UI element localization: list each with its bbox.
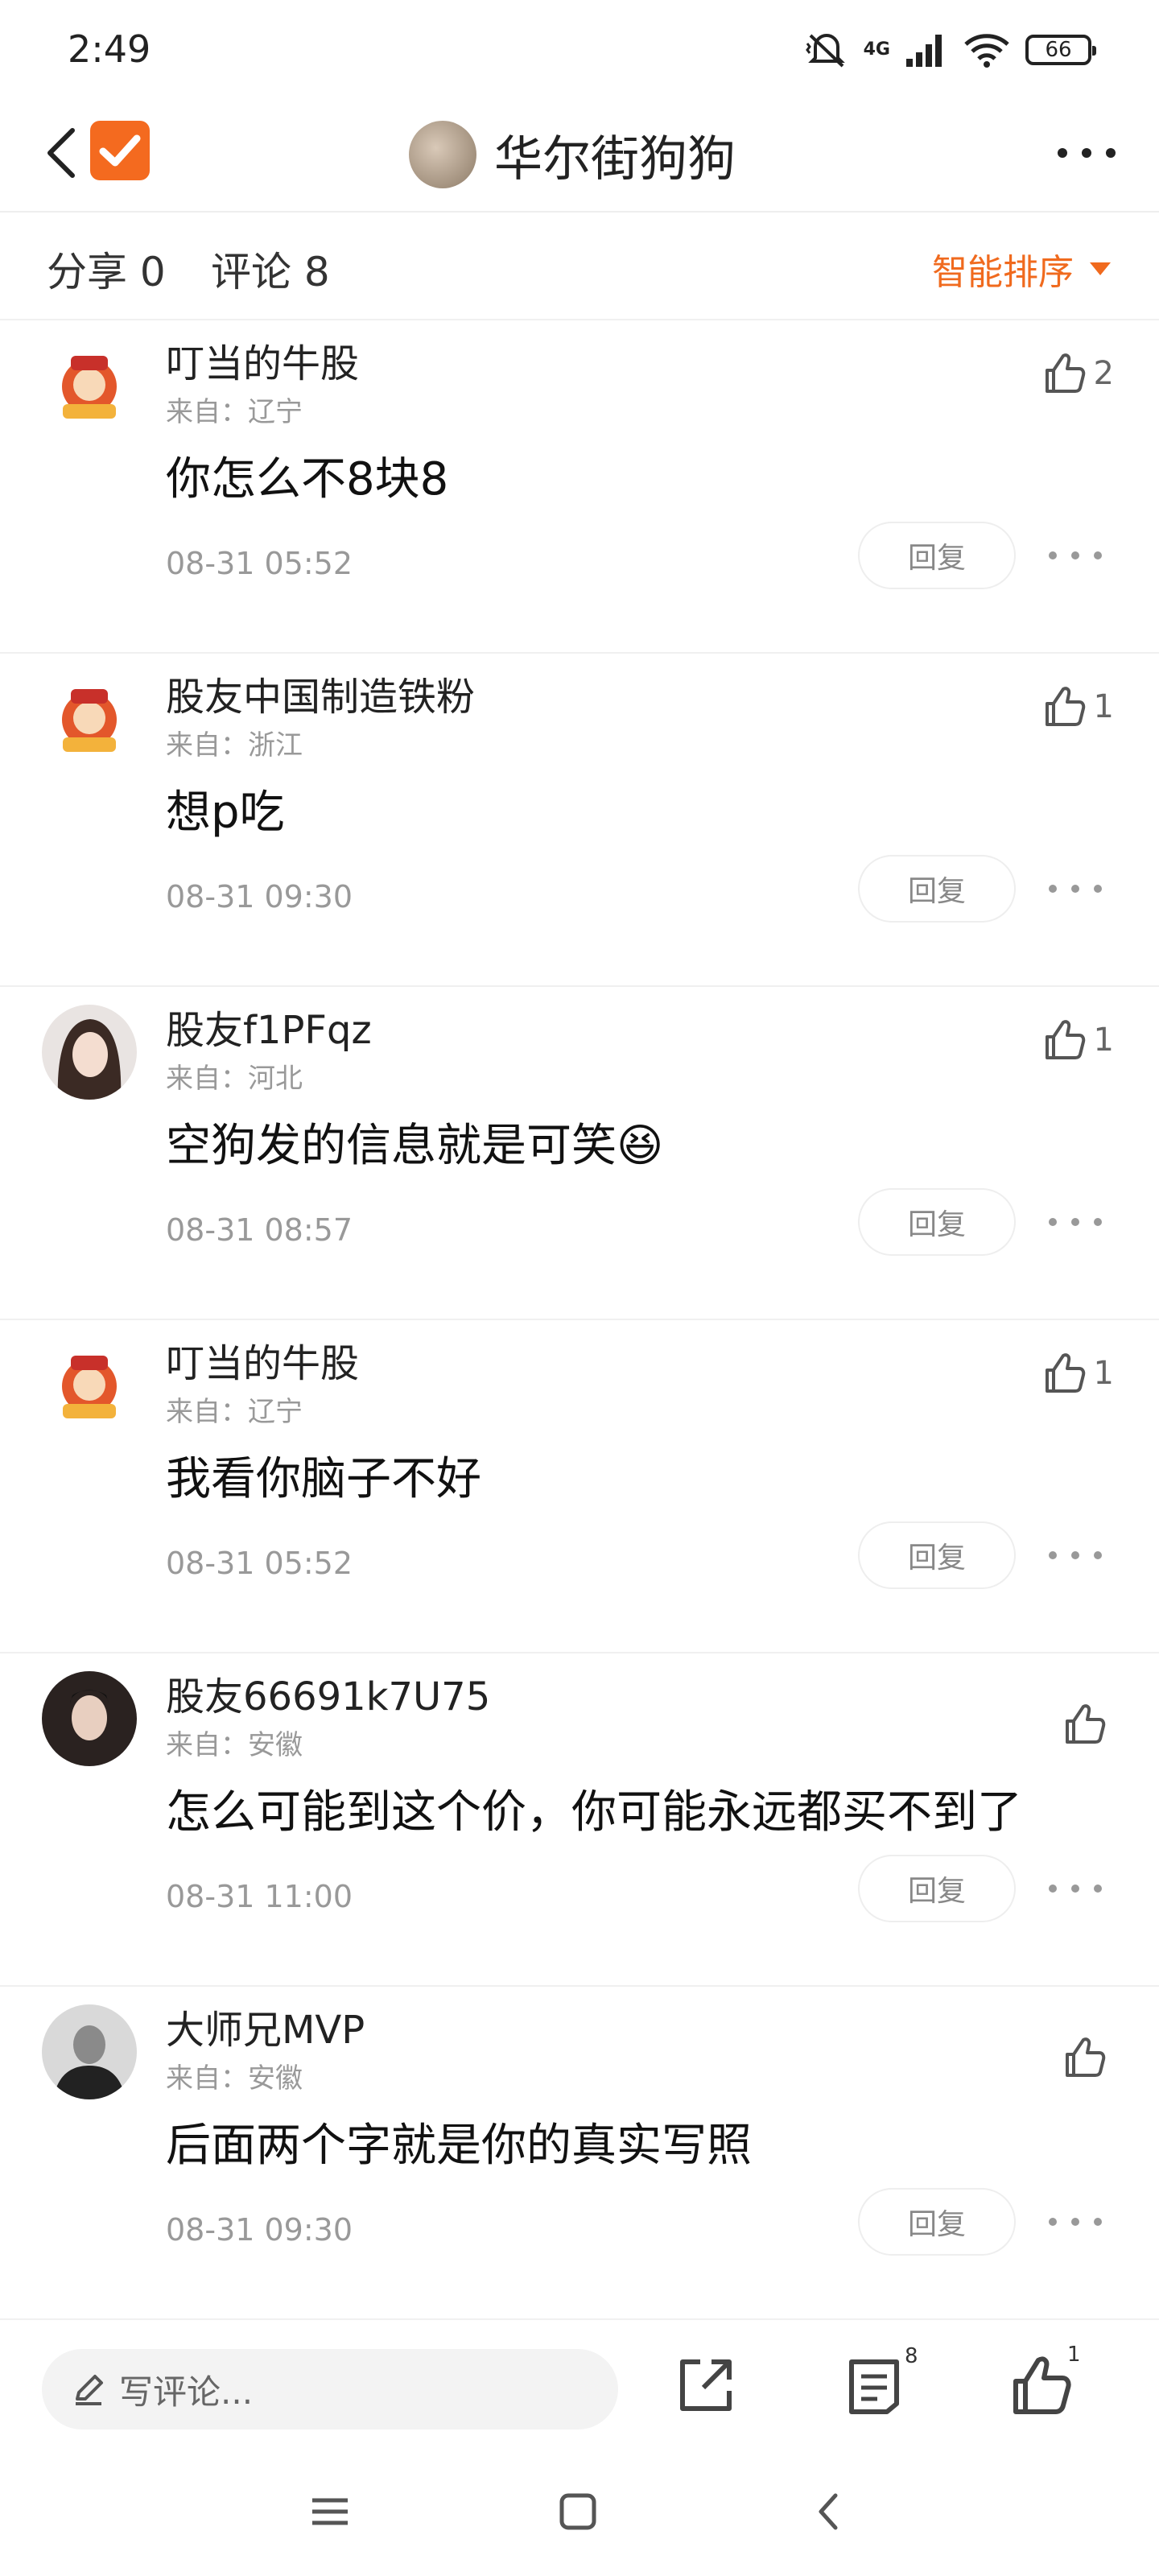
like-button[interactable]: 2 [1042,351,1114,396]
more-icon[interactable] [1043,1547,1107,1563]
avatar[interactable] [42,338,137,433]
back-nav-icon[interactable] [805,2487,853,2536]
like-count: 1 [1093,1355,1114,1392]
comment-text: 后面两个字就是你的真实写照 [166,2120,752,2172]
like-count: 2 [1093,355,1114,392]
comment-author[interactable]: 大师兄MVP [166,1998,365,2054]
comment-text: 想p吃 [166,786,285,839]
thumbs-up-icon[interactable] [1009,2354,1074,2418]
comment-location: 来自：浙江 [166,729,303,762]
list-item: 股友中国制造铁粉 来自：浙江 想p吃 08-31 09:30 回复 1 [0,654,1159,987]
like-button[interactable]: 1 [1042,1351,1114,1396]
comment-text: 你怎么不8块8 [166,453,449,506]
bottom-action-bar: 写评论... 8 1 [0,2307,1159,2468]
comment-time: 08-31 08:57 [166,1212,353,1248]
counts-row: 分享 0 评论 8 智能排序 [0,213,1159,320]
comment-author[interactable]: 股友66691k7U75 [166,1665,490,1721]
like-count: 1 [1093,1022,1114,1059]
thumbs-up-icon [1045,687,1085,726]
reply-button[interactable]: 回复 [858,1521,1016,1589]
comment-author[interactable]: 股友中国制造铁粉 [166,665,475,721]
comment-author[interactable]: 股友f1PFqz [166,998,372,1055]
more-icon[interactable] [1043,1214,1107,1230]
more-icon[interactable] [1043,1880,1107,1897]
comments-icon[interactable] [842,2354,906,2418]
signal-icon [906,35,942,67]
status-bar: 2:49 4G 66 [0,0,1159,97]
comment-author[interactable]: 叮当的牛股 [166,332,359,388]
mute-vibrate-icon [805,34,845,68]
comment-time: 08-31 05:52 [166,1546,353,1581]
more-icon[interactable] [1043,881,1107,897]
avatar[interactable] [42,1338,137,1433]
back-icon[interactable] [37,121,85,185]
battery-level: 66 [1045,38,1072,62]
list-item: 叮当的牛股 来自：辽宁 你怎么不8块8 08-31 05:52 回复 2 [0,320,1159,654]
comment-time: 08-31 09:30 [166,879,353,914]
reply-button[interactable]: 回复 [858,522,1016,589]
comment-time: 08-31 05:52 [166,546,353,581]
avatar[interactable] [42,1005,137,1100]
comment-text: 我看你脑子不好 [166,1453,481,1505]
status-icons: 4G 66 [804,31,1096,69]
system-nav-bar [0,2468,1159,2576]
like-count: 1 [1093,688,1114,725]
wifi-icon [964,34,1009,68]
comment-author[interactable]: 叮当的牛股 [166,1331,359,1388]
comment-location: 来自：河北 [166,1063,303,1095]
comment-location: 来自：安徽 [166,1729,303,1761]
avatar[interactable] [409,121,476,188]
list-item: 大师兄MVP 来自：安徽 后面两个字就是你的真实写照 08-31 09:30 回… [0,1987,1159,2320]
more-icon[interactable] [1043,547,1107,564]
comment-time: 08-31 09:30 [166,2212,353,2248]
list-item: 叮当的牛股 来自：辽宁 我看你脑子不好 08-31 05:52 回复 1 [0,1320,1159,1653]
reply-button[interactable]: 回复 [858,855,1016,923]
home-icon[interactable] [554,2487,602,2536]
list-item: 股友f1PFqz 来自：河北 空狗发的信息就是可笑😆 08-31 08:57 回… [0,987,1159,1320]
list-item: 股友66691k7U75 来自：安徽 怎么可能到这个价，你可能永远都买不到了 0… [0,1653,1159,1987]
sort-label: 智能排序 [932,252,1074,293]
thumbs-up-icon [1045,1020,1085,1059]
reply-button[interactable]: 回复 [858,1188,1016,1256]
write-comment-placeholder: 写评论... [119,2372,254,2412]
like-badge: 1 [1067,2343,1081,2367]
avatar[interactable] [42,1671,137,1766]
reply-button[interactable]: 回复 [858,1855,1016,1922]
sort-dropdown[interactable]: 智能排序 [932,243,1111,295]
comment-location: 来自：安徽 [166,2062,303,2095]
comment-text: 空狗发的信息就是可笑😆 [166,1120,664,1172]
avatar[interactable] [42,2004,137,2099]
thumbs-up-icon [1045,353,1085,393]
more-icon[interactable] [1054,137,1119,169]
write-comment-input[interactable]: 写评论... [42,2349,618,2429]
comment-time: 08-31 11:00 [166,1879,353,1914]
status-time: 2:49 [68,27,151,71]
page-title: 华尔街狗狗 [494,130,736,188]
comment-location: 来自：辽宁 [166,1396,303,1428]
comment-text: 怎么可能到这个价，你可能永远都买不到了 [166,1786,1022,1839]
app-checkbox-icon[interactable] [90,121,150,180]
battery-icon: 66 [1025,35,1096,65]
thumbs-up-icon [1045,1353,1085,1393]
like-button[interactable] [1062,2035,1114,2080]
like-button[interactable]: 1 [1042,684,1114,729]
share-count[interactable]: 分享 0 [47,240,166,298]
menu-icon[interactable] [306,2487,354,2536]
more-icon[interactable] [1043,2214,1107,2230]
like-button[interactable] [1062,1702,1114,1747]
thumbs-up-icon [1066,2037,1106,2077]
thumbs-up-icon [1066,1704,1106,1744]
comment-count[interactable]: 评论 8 [211,240,330,298]
header-profile[interactable]: 华尔街狗狗 [409,114,736,195]
top-header: 华尔街狗狗 [0,97,1159,213]
comment-location: 来自：辽宁 [166,396,303,428]
share-icon[interactable] [673,2354,737,2418]
avatar[interactable] [42,671,137,766]
comment-badge: 8 [905,2344,918,2368]
network-type: 4G [863,39,890,60]
reply-button[interactable]: 回复 [858,2188,1016,2256]
chevron-down-icon [1090,262,1111,275]
like-button[interactable]: 1 [1042,1018,1114,1063]
pencil-icon [76,2375,103,2405]
